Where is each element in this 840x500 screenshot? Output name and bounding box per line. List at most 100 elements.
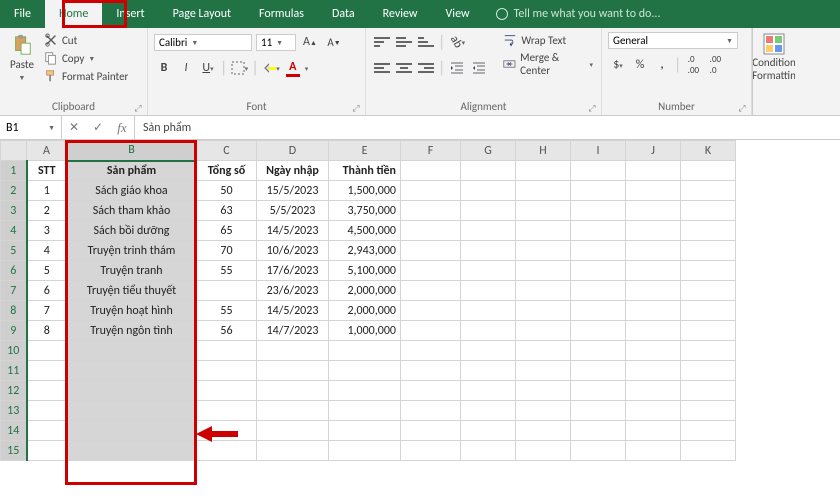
font-color-button[interactable]: A: [283, 58, 303, 78]
cell-G1[interactable]: [461, 161, 516, 181]
tab-file[interactable]: File: [0, 0, 45, 28]
cell-D3[interactable]: 5/5/2023: [257, 201, 329, 221]
increase-font-button[interactable]: A▲: [300, 32, 320, 52]
column-header-A[interactable]: A: [27, 141, 67, 161]
align-center-button[interactable]: [394, 58, 414, 78]
cancel-formula-button[interactable]: ✕: [62, 120, 86, 135]
cell-K1[interactable]: [681, 161, 736, 181]
row-header-4[interactable]: 4: [1, 221, 27, 241]
cell-A3[interactable]: 2: [27, 201, 67, 221]
cell-F10[interactable]: [401, 341, 461, 361]
cell-A2[interactable]: 1: [27, 181, 67, 201]
cell-C12[interactable]: [197, 381, 257, 401]
cell-F4[interactable]: [401, 221, 461, 241]
cell-F13[interactable]: [401, 401, 461, 421]
cell-E14[interactable]: [329, 421, 401, 441]
cell-K4[interactable]: [681, 221, 736, 241]
cell-E1[interactable]: Thành tiền: [329, 161, 401, 181]
cell-C8[interactable]: 55: [197, 301, 257, 321]
cell-H8[interactable]: [516, 301, 571, 321]
cell-C2[interactable]: 50: [197, 181, 257, 201]
cell-G7[interactable]: [461, 281, 516, 301]
cell-A1[interactable]: STT: [27, 161, 67, 181]
fill-color-button[interactable]: ▾: [261, 58, 281, 78]
cell-D8[interactable]: 14/5/2023: [257, 301, 329, 321]
cell-B2[interactable]: Sách giáo khoa: [67, 181, 197, 201]
cell-H4[interactable]: [516, 221, 571, 241]
cell-K9[interactable]: [681, 321, 736, 341]
cell-B5[interactable]: Truyện trinh thám: [67, 241, 197, 261]
cell-F1[interactable]: [401, 161, 461, 181]
cell-G10[interactable]: [461, 341, 516, 361]
row-header-6[interactable]: 6: [1, 261, 27, 281]
align-middle-button[interactable]: [394, 32, 414, 52]
cell-H7[interactable]: [516, 281, 571, 301]
accounting-format-button[interactable]: $▾: [608, 55, 628, 75]
cell-D11[interactable]: [257, 361, 329, 381]
launcher-icon[interactable]: ⤢: [587, 103, 597, 113]
row-header-15[interactable]: 15: [1, 441, 27, 461]
cell-F14[interactable]: [401, 421, 461, 441]
font-name-combo[interactable]: Calibri▼: [154, 34, 252, 51]
row-header-2[interactable]: 2: [1, 181, 27, 201]
underline-button[interactable]: U▾: [198, 58, 218, 78]
cell-H9[interactable]: [516, 321, 571, 341]
conditional-formatting-button[interactable]: Condition Formattin: [752, 28, 795, 115]
align-left-button[interactable]: [372, 58, 392, 78]
cell-H13[interactable]: [516, 401, 571, 421]
column-header-B[interactable]: B: [67, 141, 197, 161]
decrease-font-button[interactable]: A▼: [324, 32, 344, 52]
cell-G11[interactable]: [461, 361, 516, 381]
cell-J11[interactable]: [626, 361, 681, 381]
format-painter-button[interactable]: Format Painter: [42, 68, 130, 84]
cell-G14[interactable]: [461, 421, 516, 441]
enter-formula-button[interactable]: ✓: [86, 120, 110, 135]
cell-H3[interactable]: [516, 201, 571, 221]
cell-E5[interactable]: 2,943,000: [329, 241, 401, 261]
cell-K10[interactable]: [681, 341, 736, 361]
cell-K8[interactable]: [681, 301, 736, 321]
cell-F8[interactable]: [401, 301, 461, 321]
cell-B6[interactable]: Truyện tranh: [67, 261, 197, 281]
cell-K12[interactable]: [681, 381, 736, 401]
cell-B8[interactable]: Truyện hoạt hình: [67, 301, 197, 321]
cell-H11[interactable]: [516, 361, 571, 381]
cell-B4[interactable]: Sách bồi dưỡng: [67, 221, 197, 241]
row-header-12[interactable]: 12: [1, 381, 27, 401]
cell-C3[interactable]: 63: [197, 201, 257, 221]
cell-J9[interactable]: [626, 321, 681, 341]
cell-G15[interactable]: [461, 441, 516, 461]
cell-A10[interactable]: [27, 341, 67, 361]
cell-G3[interactable]: [461, 201, 516, 221]
cell-J10[interactable]: [626, 341, 681, 361]
cell-C10[interactable]: [197, 341, 257, 361]
cell-K14[interactable]: [681, 421, 736, 441]
row-header-8[interactable]: 8: [1, 301, 27, 321]
cell-E3[interactable]: 3,750,000: [329, 201, 401, 221]
cell-F11[interactable]: [401, 361, 461, 381]
cell-D4[interactable]: 14/5/2023: [257, 221, 329, 241]
cell-I12[interactable]: [571, 381, 626, 401]
column-header-G[interactable]: G: [461, 141, 516, 161]
cell-H12[interactable]: [516, 381, 571, 401]
cell-E2[interactable]: 1,500,000: [329, 181, 401, 201]
cell-K5[interactable]: [681, 241, 736, 261]
cell-E4[interactable]: 4,500,000: [329, 221, 401, 241]
formula-input[interactable]: Sản phẩm: [135, 116, 840, 139]
cell-D2[interactable]: 15/5/2023: [257, 181, 329, 201]
cell-G9[interactable]: [461, 321, 516, 341]
cell-H5[interactable]: [516, 241, 571, 261]
cell-A13[interactable]: [27, 401, 67, 421]
cell-K7[interactable]: [681, 281, 736, 301]
cell-F5[interactable]: [401, 241, 461, 261]
cell-D12[interactable]: [257, 381, 329, 401]
cell-A8[interactable]: 7: [27, 301, 67, 321]
tab-insert[interactable]: Insert: [102, 0, 158, 28]
cell-B1[interactable]: Sản phẩm: [67, 161, 197, 181]
cell-B12[interactable]: [67, 381, 197, 401]
row-header-7[interactable]: 7: [1, 281, 27, 301]
cell-F12[interactable]: [401, 381, 461, 401]
cell-I9[interactable]: [571, 321, 626, 341]
tab-formulas[interactable]: Formulas: [245, 0, 318, 28]
row-header-10[interactable]: 10: [1, 341, 27, 361]
